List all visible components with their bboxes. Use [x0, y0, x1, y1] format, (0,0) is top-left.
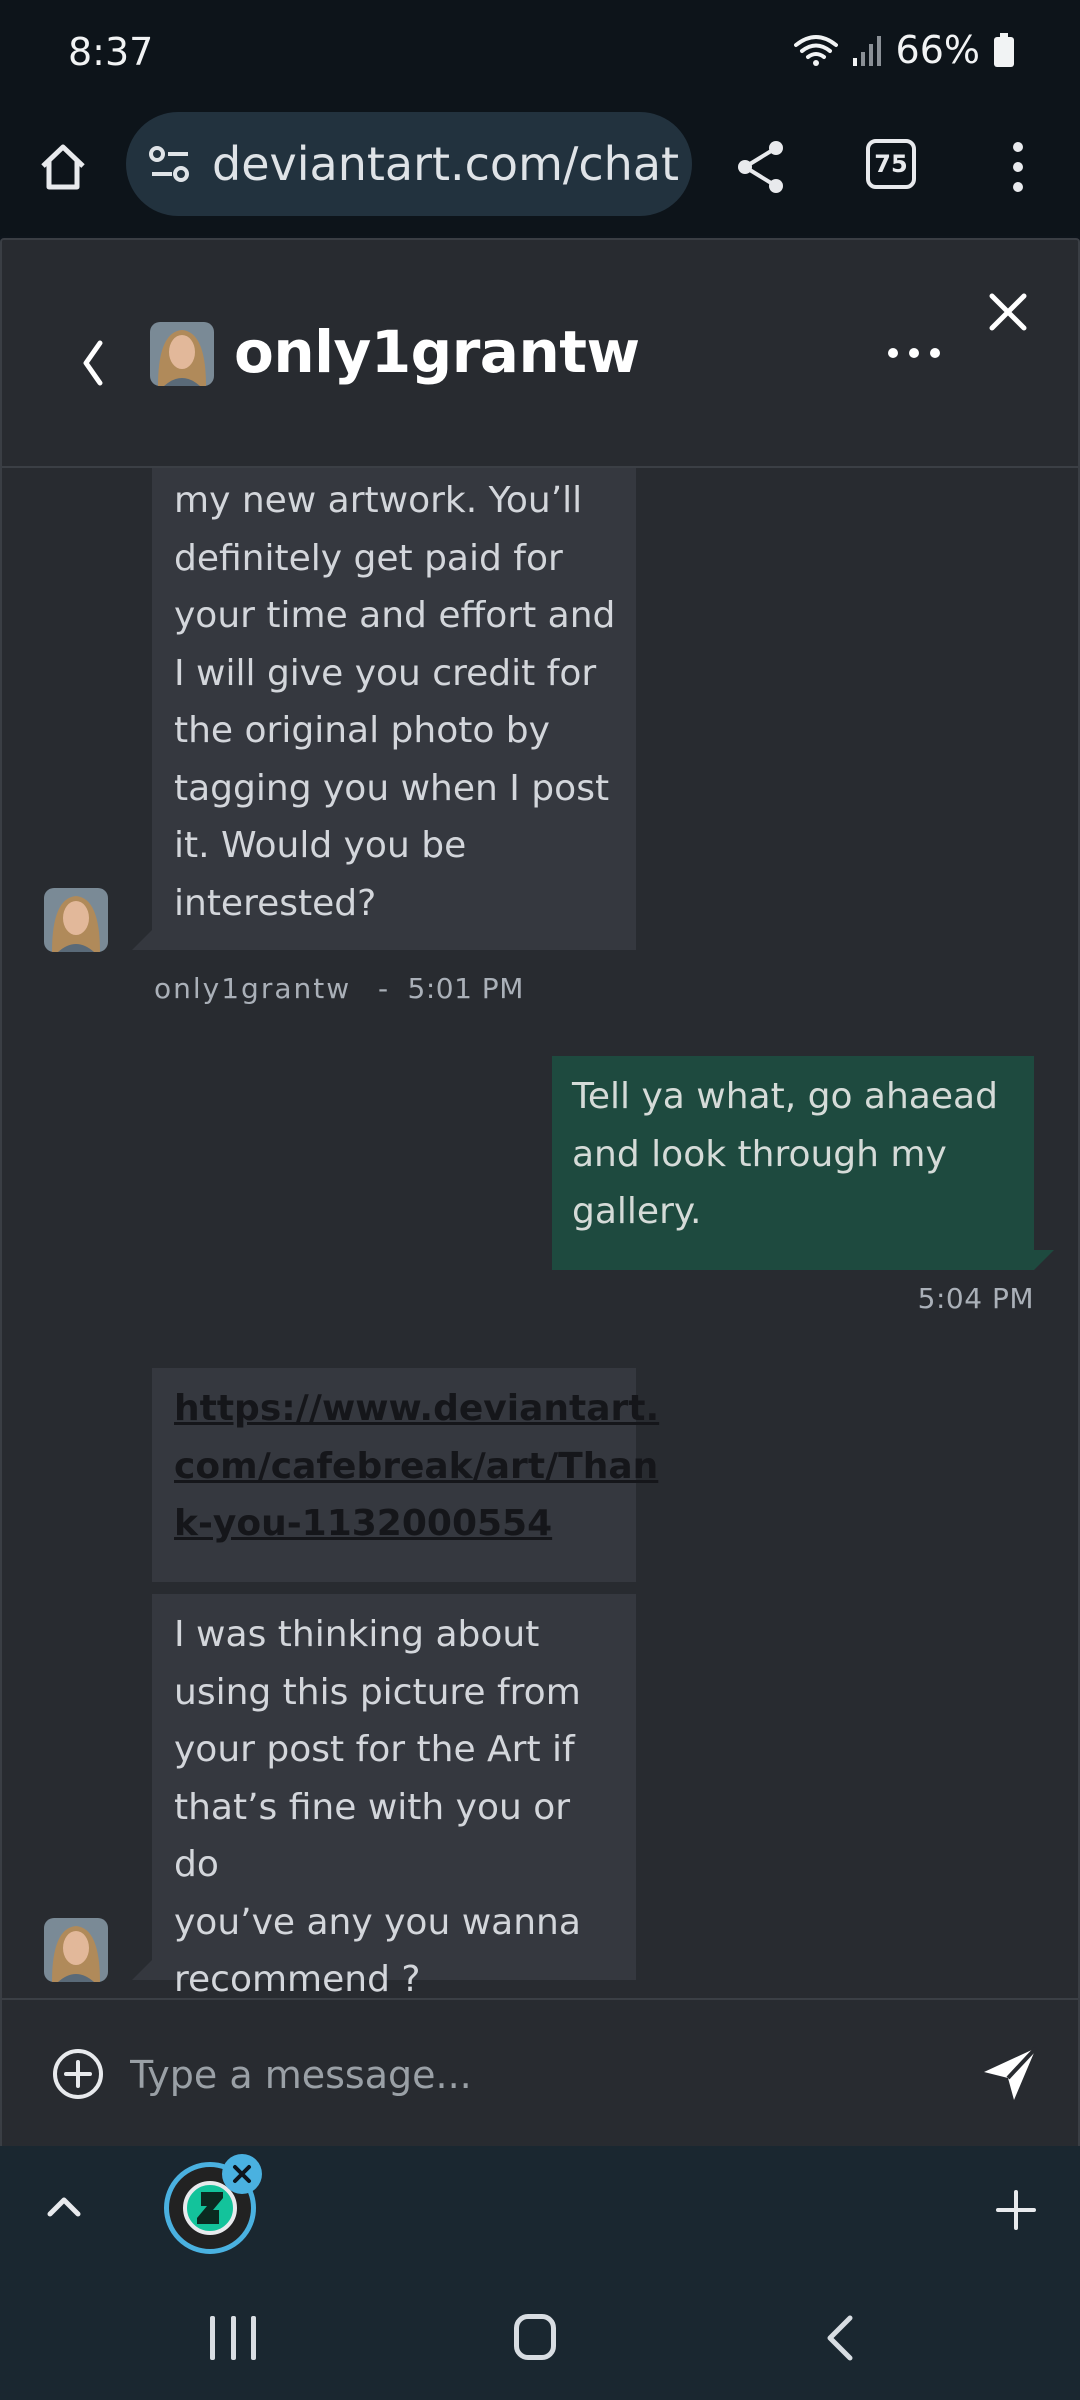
message-time: 5:01 PM: [407, 972, 524, 1005]
system-nav-bar: [0, 2274, 1080, 2400]
share-icon: [738, 141, 783, 193]
status-bar: 8:37 66%: [0, 0, 1080, 108]
message-line: your time and effort and: [174, 595, 616, 636]
message-line: I was thinking about: [174, 1614, 540, 1655]
message-line: I will give you credit for: [174, 652, 597, 694]
home-button[interactable]: [30, 132, 96, 202]
more-vert-icon[interactable]: [1000, 132, 1036, 202]
battery-percent: 66%: [895, 28, 980, 72]
message-time: 5:04 PM: [917, 1282, 1034, 1315]
outgoing-message-bubble: Tell ya what, go ahaead and look through…: [552, 1056, 1034, 1270]
message-line: your post for the Art if: [174, 1729, 575, 1770]
back-button[interactable]: [72, 328, 112, 398]
signal-icon: [852, 36, 881, 66]
wifi-icon: [793, 35, 838, 66]
home-nav-icon[interactable]: [514, 2314, 556, 2360]
url-text[interactable]: deviantart.com/chat: [212, 137, 679, 191]
incoming-message-bubble: I was thinking about using this picture …: [152, 1594, 636, 1998]
message-link[interactable]: k-you-1132000554: [174, 1495, 616, 1553]
recent-apps-icon[interactable]: [210, 2316, 256, 2360]
message-input[interactable]: [130, 2040, 950, 2110]
bubble-tail: [1034, 1250, 1054, 1270]
message-line: the original photo by: [174, 710, 550, 751]
battery-icon: [994, 33, 1014, 67]
message-line: gallery.: [572, 1191, 702, 1232]
bubble-tail: [132, 1960, 152, 1980]
close-bubble-icon[interactable]: [222, 2154, 262, 2194]
message-line: interested?: [174, 882, 377, 924]
message-list[interactable]: my new artwork. You’ll definitely get pa…: [2, 468, 1078, 1998]
close-icon[interactable]: [984, 288, 1032, 336]
site-settings-icon[interactable]: [148, 144, 192, 184]
separator: -: [378, 972, 389, 1005]
message-meta: only1grantw - 5:01 PM: [154, 972, 524, 1005]
message-line: you’ve any you wanna: [174, 1901, 581, 1943]
back-icon: [83, 340, 103, 386]
incoming-message-bubble: my new artwork. You’ll definitely get pa…: [152, 468, 636, 950]
sender-avatar[interactable]: [44, 1918, 108, 1982]
message-line: recommend ?: [174, 1959, 421, 1998]
address-bar[interactable]: deviantart.com/chat: [126, 112, 692, 216]
home-icon: [41, 144, 85, 190]
message-line: Tell ya what, go ahaead: [572, 1076, 998, 1117]
incoming-link-bubble: https://www.deviantart. com/cafebreak/ar…: [152, 1368, 659, 1582]
message-line: it. Would you be: [174, 825, 467, 866]
bubble-bar: [0, 2146, 1080, 2274]
send-icon[interactable]: [980, 2044, 1040, 2104]
tabs-button[interactable]: 75: [866, 139, 916, 189]
message-composer: [2, 1998, 1078, 2146]
sender-name[interactable]: only1grantw: [154, 972, 351, 1005]
add-circle-icon[interactable]: [50, 2046, 106, 2102]
chat-header: only1grantw: [2, 240, 1078, 468]
contact-avatar[interactable]: [150, 322, 214, 386]
message-line: that’s fine with you or do: [174, 1786, 571, 1886]
contact-name[interactable]: only1grantw: [234, 318, 640, 386]
message-line: and look through my: [572, 1133, 947, 1175]
bubble-tail: [132, 930, 152, 950]
message-line: my new artwork. You’ll: [174, 480, 583, 521]
message-line: definitely get paid for: [174, 537, 563, 579]
chat-panel: only1grantw my new artwork. You’ll defin…: [0, 238, 1080, 2146]
browser-toolbar: deviantart.com/chat 75: [0, 108, 1080, 236]
message-line: using this picture from: [174, 1671, 581, 1713]
more-horiz-icon[interactable]: [888, 338, 940, 368]
status-indicators: 66%: [793, 28, 1014, 72]
message-line: tagging you when I post: [174, 767, 610, 809]
back-nav-icon[interactable]: [822, 2314, 858, 2362]
status-time: 8:37: [68, 30, 154, 74]
share-button[interactable]: [726, 132, 796, 202]
sender-avatar[interactable]: [44, 888, 108, 952]
message-link[interactable]: com/cafebreak/art/Than: [174, 1438, 658, 1496]
plus-icon[interactable]: [994, 2188, 1038, 2232]
chevron-up-icon[interactable]: [44, 2186, 84, 2226]
message-link[interactable]: https://www.deviantart.: [174, 1380, 659, 1438]
